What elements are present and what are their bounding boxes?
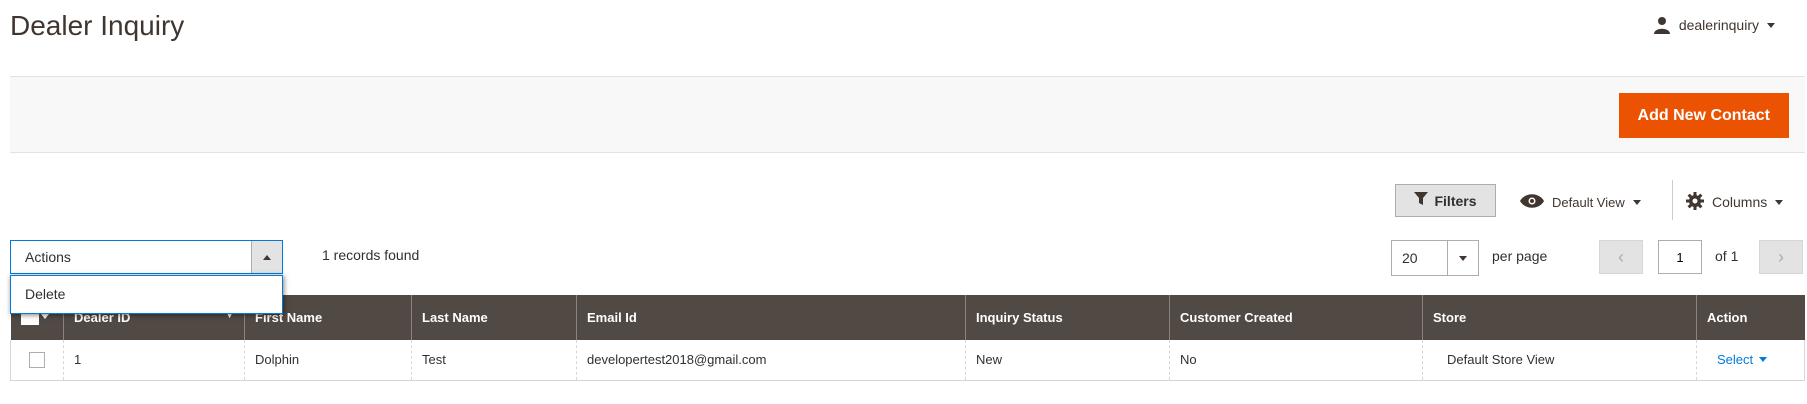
columns-button[interactable]: Columns: [1686, 188, 1784, 216]
cell-action: Select: [1696, 340, 1805, 381]
cell-first-name: Dolphin: [244, 340, 412, 381]
mass-actions-dropdown[interactable]: Actions: [10, 240, 283, 274]
column-header-store[interactable]: Store: [1422, 295, 1697, 340]
per-page-label: per page: [1492, 248, 1548, 264]
row-action-label: Select: [1717, 352, 1754, 368]
user-account-menu[interactable]: dealerinquiry: [1653, 16, 1775, 34]
menu-item-delete[interactable]: Delete: [11, 276, 282, 312]
cell-customer-created: No: [1169, 340, 1423, 381]
cell-inquiry-status: New: [965, 340, 1170, 381]
chevron-down-icon: [1459, 255, 1467, 261]
filters-button[interactable]: Filters: [1395, 184, 1496, 217]
chevron-down-icon: [1775, 199, 1784, 205]
dropdown-toggle[interactable]: [251, 241, 282, 273]
next-page-button[interactable]: ›: [1759, 240, 1803, 274]
previous-page-button[interactable]: ‹: [1599, 240, 1643, 274]
mass-actions-label: Actions: [25, 249, 71, 265]
column-header-inquiry-status[interactable]: Inquiry Status: [965, 295, 1170, 340]
chevron-down-icon: [40, 313, 49, 319]
add-new-contact-button[interactable]: Add New Contact: [1618, 93, 1789, 138]
per-page-toggle[interactable]: [1447, 241, 1478, 275]
chevron-right-icon: ›: [1778, 246, 1784, 267]
columns-label: Columns: [1712, 194, 1768, 210]
chevron-down-icon: [1759, 357, 1768, 363]
column-header-action: Action: [1696, 295, 1805, 340]
chevron-up-icon: [263, 254, 271, 260]
table-row: 1 Dolphin Test developertest2018@gmail.c…: [10, 340, 1805, 381]
filters-label: Filters: [1434, 192, 1477, 209]
row-select-cell: [10, 340, 64, 381]
chevron-down-icon: [1767, 22, 1775, 28]
user-icon: [1653, 16, 1671, 34]
page-actions-bar: Add New Contact: [10, 76, 1805, 153]
cell-store: Default Store View: [1422, 340, 1697, 381]
column-header-customer-created[interactable]: Customer Created: [1169, 295, 1423, 340]
view-label: Default View: [1552, 194, 1625, 210]
cell-email: developertest2018@gmail.com: [576, 340, 966, 381]
view-switcher[interactable]: Default View: [1520, 188, 1641, 216]
total-pages-label: of 1: [1715, 248, 1739, 264]
page-title: Dealer Inquiry: [10, 10, 185, 41]
toolbar-divider: [1672, 180, 1673, 220]
per-page-select[interactable]: 20: [1391, 240, 1479, 276]
mass-actions-menu: Delete: [10, 275, 283, 314]
current-page-input[interactable]: [1658, 240, 1702, 274]
gear-icon: [1686, 191, 1704, 213]
row-checkbox[interactable]: [29, 352, 45, 369]
records-count: 1 records found: [322, 247, 420, 263]
user-name: dealerinquiry: [1678, 17, 1759, 33]
cell-dealer-id: 1: [63, 340, 245, 381]
filter-icon: [1414, 192, 1429, 209]
cell-last-name: Test: [411, 340, 577, 381]
per-page-value: 20: [1402, 250, 1418, 266]
row-select-action[interactable]: Select: [1717, 352, 1768, 368]
chevron-left-icon: ‹: [1618, 246, 1624, 267]
column-header-last-name[interactable]: Last Name: [411, 295, 577, 340]
column-header-email[interactable]: Email Id: [576, 295, 966, 340]
eye-icon: [1520, 193, 1544, 211]
chevron-down-icon: [1632, 199, 1641, 205]
